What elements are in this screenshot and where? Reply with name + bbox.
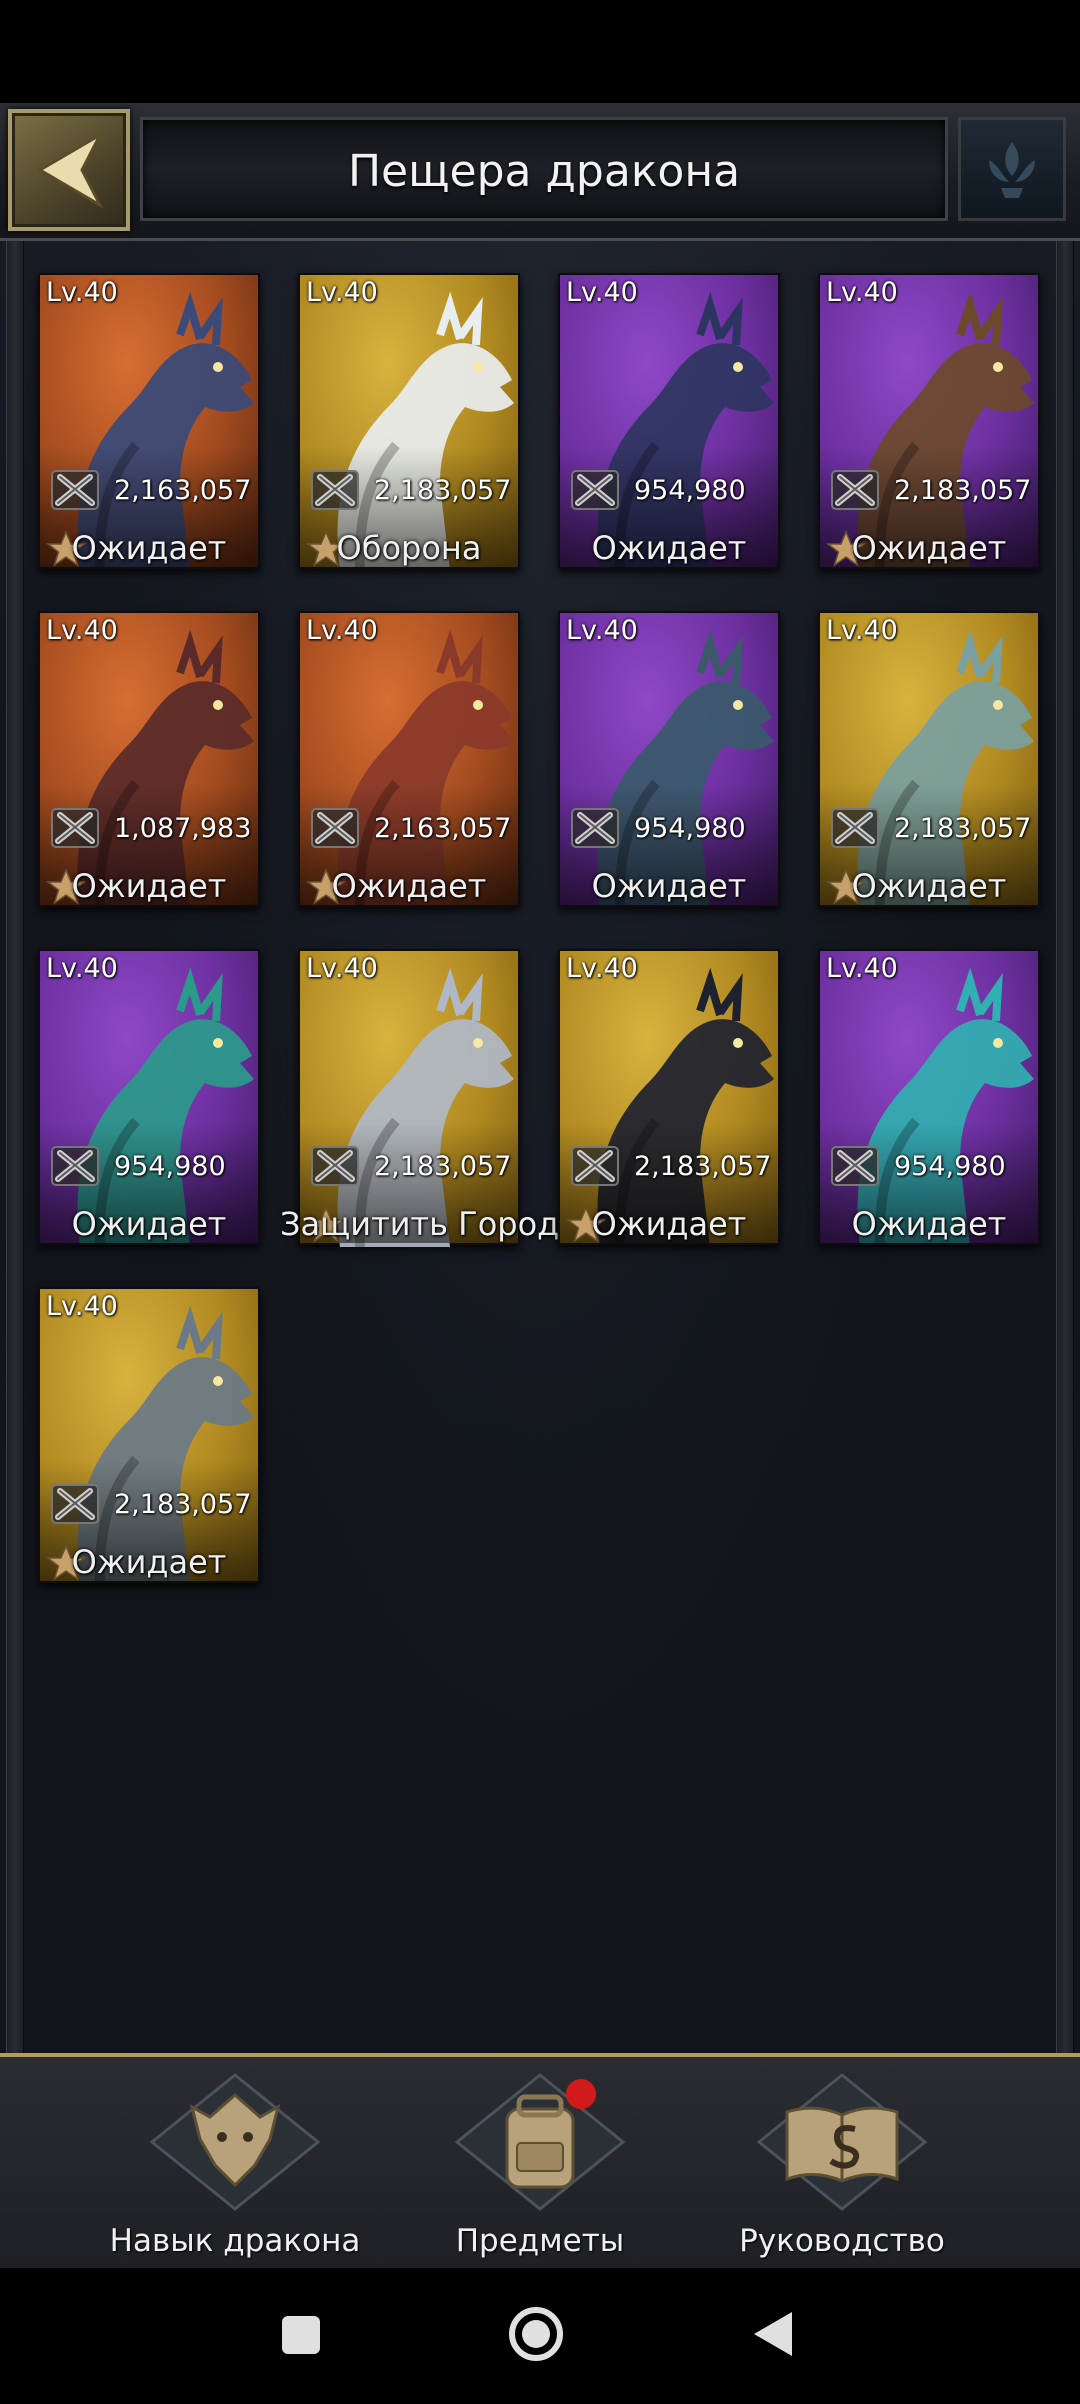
dragon-level: Lv.40 — [46, 1291, 118, 1322]
dragon-status: Ожидает — [591, 1205, 747, 1243]
dragon-level: Lv.40 — [826, 277, 898, 308]
dragon-level: Lv.40 — [826, 615, 898, 646]
dragon-card[interactable]: Lv.40 954,980 Ожидает — [38, 949, 260, 1245]
dragon-skill-label: Навык дракона — [109, 2223, 361, 2259]
header: Пещера дракона — [0, 103, 1080, 241]
triangle-back-icon — [754, 2312, 792, 2356]
dragon-power: 2,183,057 — [894, 475, 1032, 506]
dragon-power: 2,183,057 — [374, 475, 512, 506]
dragon-status: Ожидает — [851, 529, 1007, 567]
status-bar — [0, 0, 1080, 103]
nav-dragon-skill[interactable]: Навык дракона — [105, 2067, 365, 2267]
crossed-swords-icon — [831, 470, 879, 510]
dragon-power: 2,183,057 — [374, 1151, 512, 1182]
dragon-card[interactable]: Lv.40 2,183,057 Ожидает — [818, 273, 1040, 569]
guide-label: Руководство — [739, 2223, 945, 2259]
nav-items[interactable]: Предметы — [410, 2067, 670, 2267]
dragon-power: 2,183,057 — [894, 813, 1032, 844]
back-button[interactable] — [8, 109, 130, 231]
backpack-icon — [454, 2073, 626, 2211]
frame-left — [6, 223, 24, 2153]
dragon-card[interactable]: Lv.40 2,183,057 Оборона — [298, 273, 520, 569]
square-icon — [282, 2316, 320, 2354]
dragon-level: Lv.40 — [306, 953, 378, 984]
dragon-card[interactable]: Lv.40 2,163,057 Ожидает — [38, 273, 260, 569]
dragon-status: Ожидает — [591, 867, 747, 905]
crossed-swords-icon — [51, 808, 99, 848]
dragon-status: Ожидает — [591, 529, 747, 567]
dragon-power: 954,980 — [114, 1151, 226, 1182]
system-navigation-bar — [0, 2268, 1080, 2400]
crossed-swords-icon — [831, 1146, 879, 1186]
bottom-nav: Навык дракона Предметы Руководство — [0, 2053, 1080, 2268]
frame-right — [1056, 223, 1074, 2153]
emblem-button[interactable] — [958, 117, 1066, 221]
dragon-card[interactable]: Lv.40 954,980 Ожидает — [818, 949, 1040, 1245]
dragon-status: Ожидает — [331, 867, 487, 905]
dragon-power: 2,183,057 — [634, 1151, 772, 1182]
crossed-swords-icon — [311, 470, 359, 510]
dragon-card[interactable]: Lv.40 954,980 Ожидает — [558, 611, 780, 907]
dragon-level: Lv.40 — [46, 277, 118, 308]
dragon-status: Ожидает — [71, 1543, 227, 1581]
page-title: Пещера дракона — [347, 146, 741, 197]
dragon-grid: Lv.40 2,163,057 Ожидает Lv.40 2,183,057 Оборо… — [38, 273, 1048, 1583]
nav-guide[interactable]: Руководство — [712, 2067, 972, 2267]
dragon-power: 2,163,057 — [114, 475, 252, 506]
crossed-swords-icon — [571, 1146, 619, 1186]
items-label: Предметы — [455, 2223, 625, 2259]
dragon-status: Ожидает — [851, 867, 1007, 905]
crossed-swords-icon — [311, 1146, 359, 1186]
dragon-card[interactable]: Lv.40 2,183,057 Ожидает — [558, 949, 780, 1245]
dragon-power: 954,980 — [894, 1151, 1006, 1182]
dragon-cave-screen: Пещера дракона Lv.40 2,163,057 Ожидает Lv.4… — [0, 103, 1080, 2268]
dragon-status: Ожидает — [71, 1205, 227, 1243]
dragon-skill-icon — [149, 2073, 321, 2211]
dragon-level: Lv.40 — [306, 615, 378, 646]
dragon-status: Ожидает — [851, 1205, 1007, 1243]
crossed-swords-icon — [571, 470, 619, 510]
crossed-swords-icon — [571, 808, 619, 848]
guide-book-icon — [756, 2073, 928, 2211]
dragon-status: Ожидает — [71, 529, 227, 567]
fleur-emblem-icon — [989, 142, 1035, 198]
dragon-status: Защитить Город — [280, 1205, 560, 1243]
crossed-swords-icon — [311, 808, 359, 848]
crossed-swords-icon — [51, 470, 99, 510]
circle-home-icon — [509, 2307, 563, 2361]
crossed-swords-icon — [51, 1484, 99, 1524]
dragon-status: Ожидает — [71, 867, 227, 905]
home-button[interactable] — [476, 2268, 596, 2400]
dragon-card[interactable]: Lv.40 2,163,057 Ожидает — [298, 611, 520, 907]
dragon-power: 954,980 — [634, 475, 746, 506]
dragon-card[interactable]: Lv.40 1,087,983 Ожидает — [38, 611, 260, 907]
dragon-level: Lv.40 — [566, 615, 638, 646]
dragon-level: Lv.40 — [826, 953, 898, 984]
dragon-level: Lv.40 — [46, 615, 118, 646]
dragon-level: Lv.40 — [566, 953, 638, 984]
dragon-card[interactable]: Lv.40 2,183,057 Ожидает — [38, 1287, 260, 1583]
dragon-power: 954,980 — [634, 813, 746, 844]
dragon-level: Lv.40 — [566, 277, 638, 308]
dragon-power: 2,163,057 — [374, 813, 512, 844]
title-plate: Пещера дракона — [140, 117, 948, 221]
notification-badge — [566, 2079, 596, 2109]
dragon-power: 1,087,983 — [114, 813, 252, 844]
dragon-card[interactable]: Lv.40 954,980 Ожидает — [558, 273, 780, 569]
crossed-swords-icon — [51, 1146, 99, 1186]
dragon-card[interactable]: Lv.40 2,183,057 Защитить Город — [280, 949, 559, 1247]
dragon-card[interactable]: Lv.40 2,183,057 Ожидает — [818, 611, 1040, 907]
dragon-power: 2,183,057 — [114, 1489, 252, 1520]
recents-button[interactable] — [240, 2268, 360, 2400]
dragon-level: Lv.40 — [46, 953, 118, 984]
back-arrow-icon — [37, 131, 104, 209]
back-nav-button[interactable] — [712, 2268, 832, 2400]
dragon-level: Lv.40 — [306, 277, 378, 308]
dragon-status: Оборона — [336, 529, 482, 567]
crossed-swords-icon — [831, 808, 879, 848]
